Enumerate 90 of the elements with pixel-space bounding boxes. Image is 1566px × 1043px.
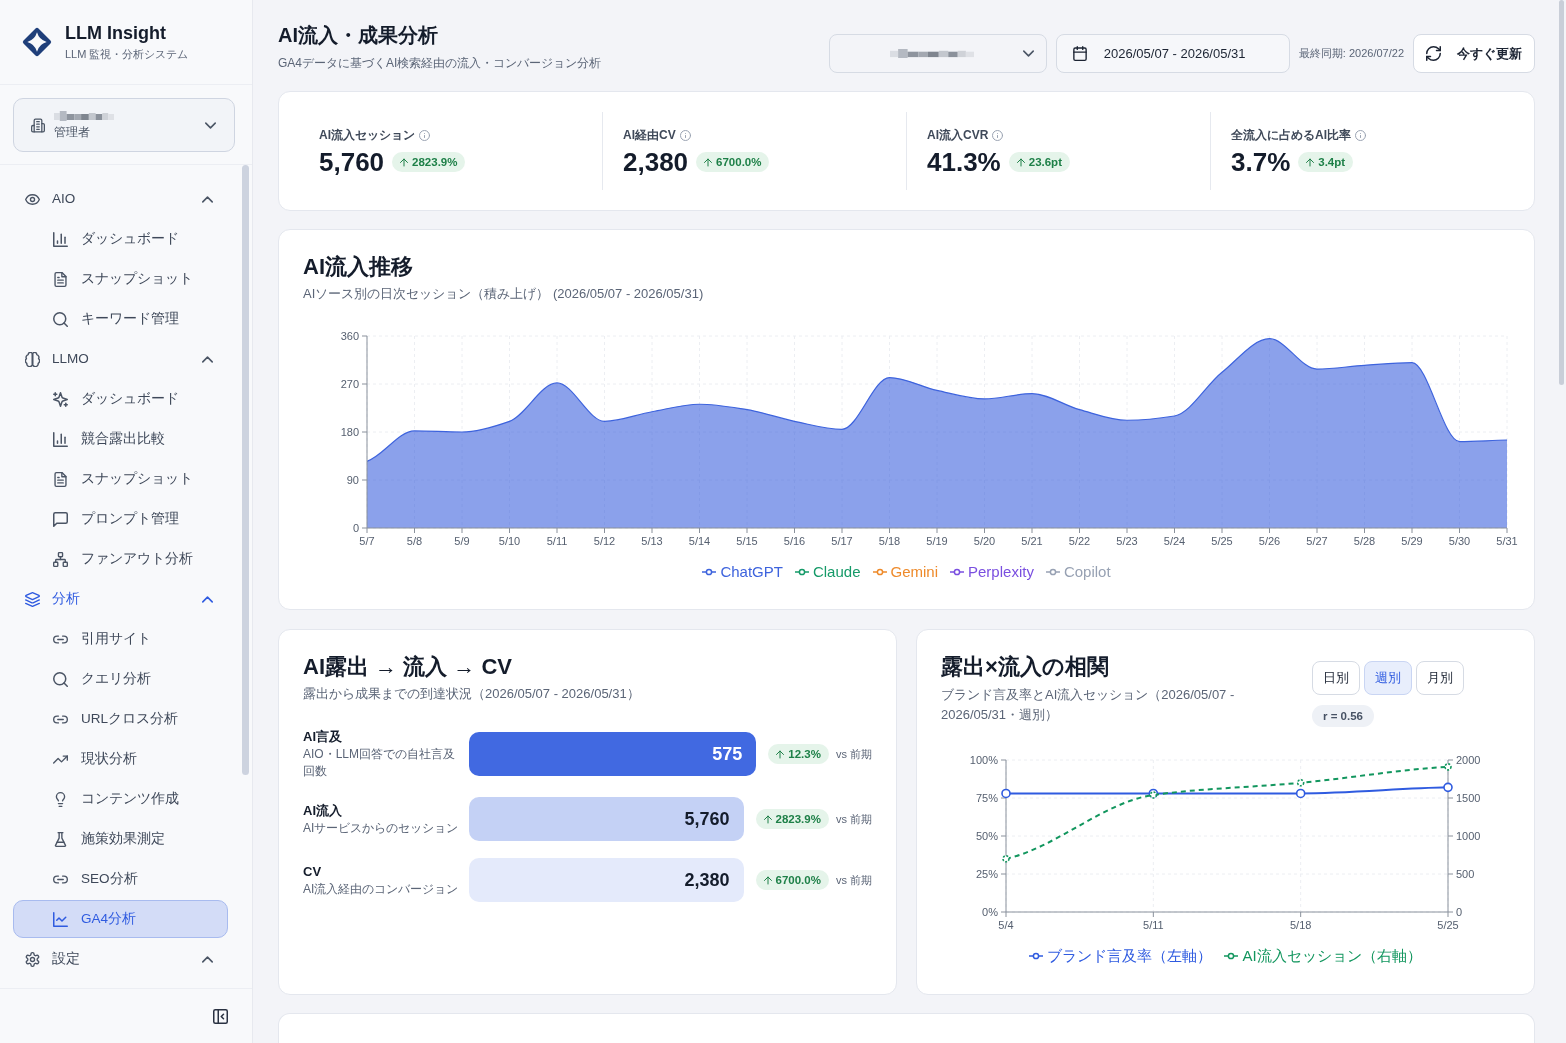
correlation-badge: r = 0.56 (1312, 705, 1374, 727)
axis-tick-label: 180 (340, 426, 359, 438)
axis-tick-label: 5/28 (1353, 535, 1376, 547)
axis-tick-label: 5/16 (783, 535, 806, 547)
app-tagline: LLM 監視・分析システム (65, 47, 189, 62)
axis-tick-label: 0 (1456, 906, 1463, 918)
stage-description: AIサービスからのセッション (303, 819, 460, 837)
change-value: 6700.0% (716, 155, 762, 170)
kpi-value: 2,380 (623, 147, 689, 177)
axis-tick-label: 5/24 (1163, 535, 1186, 547)
axis-tick-label: 5/25 (1437, 919, 1459, 931)
legend-label: Claude (812, 562, 861, 582)
stage-label: AI流入 (303, 801, 343, 820)
axis-tick-label: 5/11 (1143, 919, 1164, 931)
axis-tick-label: 5/12 (593, 535, 616, 547)
kpi-value: 5,760 (319, 147, 385, 177)
axis-tick-label: 5/8 (406, 535, 423, 547)
axis-tick-label: 5/27 (1306, 535, 1328, 547)
axis-tick-label: 5/31 (1496, 535, 1518, 547)
card-subtitle: AIソース別の日次セッション（積み上げ） (2026/05/07 - 2026/05/31) (303, 285, 705, 303)
axis-tick-label: 5/26 (1258, 535, 1281, 547)
page-title: AI流入・成果分析 (278, 23, 439, 48)
axis-tick-label: 270 (340, 378, 359, 390)
axis-tick-label: 5/14 (688, 535, 711, 547)
legend-label: Copilot (1063, 562, 1111, 582)
axis-tick-label: 1500 (1456, 792, 1481, 804)
change-value: 6700.0% (775, 873, 821, 888)
last-sync-text: 最終同期: 2026/07/22 (1298, 46, 1404, 62)
axis-tick-label: 5/30 (1448, 535, 1471, 547)
change-value: 12.3% (788, 747, 821, 762)
axis-tick-label: 5/21 (1021, 535, 1043, 547)
change-value: 3.4pt (1318, 155, 1346, 170)
legend-label: ブランド言及率（左軸） (1047, 946, 1213, 966)
axis-tick-label: 5/9 (454, 535, 470, 547)
axis-tick-label: 2000 (1456, 754, 1481, 766)
axis-tick-label: 5/17 (831, 535, 853, 547)
axis-tick-label: 5/4 (998, 919, 1014, 931)
axis-tick-label: 5/20 (973, 535, 996, 547)
axis-tick-label: 5/18 (1289, 919, 1312, 931)
axis-tick-label: 500 (1456, 868, 1475, 880)
axis-tick-label: 5/19 (926, 535, 948, 547)
axis-tick-label: 5/29 (1401, 535, 1423, 547)
axis-tick-label: 0% (982, 906, 998, 918)
stage-label: CV (303, 862, 323, 881)
legend-label: AI流入セッション（右軸） (1242, 946, 1422, 966)
stage-label: AI言及 (303, 728, 343, 746)
card-title: AI露出 → 流入 → CV (303, 653, 513, 681)
legend-label: Gemini (890, 562, 938, 582)
funnel-bar: 2,380 (469, 858, 744, 902)
axis-tick-label: 5/13 (641, 535, 663, 547)
axis-tick-label: 5/11 (546, 535, 568, 547)
funnel-bar: 575 (469, 732, 757, 776)
axis-tick-label: 5/25 (1211, 535, 1233, 547)
stage-description: AI流入経由のコンバージョン (303, 880, 460, 898)
axis-tick-label: 1000 (1456, 830, 1481, 842)
axis-tick-label: 75% (975, 792, 998, 804)
kpi-label: AI流入セッション (319, 127, 415, 143)
kpi-value: 3.7% (1231, 147, 1291, 177)
axis-tick-label: 90 (346, 474, 359, 486)
axis-tick-label: 5/23 (1116, 535, 1138, 547)
change-value: 23.6pt (1028, 155, 1062, 170)
comparison-label: vs 前期 (835, 872, 872, 888)
comparison-label: vs 前期 (835, 746, 872, 762)
kpi-label: AI流入CVR (927, 127, 989, 143)
kpi-value: 41.3% (927, 147, 1001, 177)
legend-label: Perplexity (968, 562, 1034, 582)
stage-description: AIO・LLM回答での自社言及回数 (303, 746, 456, 780)
axis-tick-label: 360 (340, 330, 359, 342)
axis-tick-label: 5/10 (498, 535, 521, 547)
funnel-bar: 5,760 (469, 797, 744, 841)
kpi-label: AI経由CV (623, 127, 676, 143)
card-title: AI流入推移 (303, 253, 414, 281)
app-name: LLM Insight (65, 22, 167, 44)
axis-tick-label: 0 (352, 522, 359, 534)
axis-tick-label: 25% (975, 868, 998, 880)
comparison-label: vs 前期 (835, 811, 872, 827)
kpi-label: 全流入に占めるAI比率 (1231, 127, 1351, 143)
change-value: 2823.9% (775, 812, 821, 827)
page-subtitle: GA4データに基づくAI検索経由の流入・コンバージョン分析 (278, 55, 602, 72)
legend-label: ChatGPT (720, 562, 783, 582)
axis-tick-label: 100% (969, 754, 998, 766)
card-title: 露出×流入の相関 (941, 653, 1110, 681)
card-subtitle: 露出から成果までの到達状況（2026/05/07 - 2026/05/31） (303, 685, 641, 703)
axis-tick-label: 50% (975, 830, 998, 842)
change-value: 2823.9% (412, 155, 458, 170)
card-subtitle: ブランド言及率とAI流入セッション（2026/05/07 - 2026/05/31・週別） (941, 686, 1236, 724)
axis-tick-label: 5/22 (1068, 535, 1091, 547)
axis-tick-label: 5/15 (736, 535, 758, 547)
axis-tick-label: 5/18 (878, 535, 901, 547)
axis-tick-label: 5/7 (359, 535, 375, 547)
